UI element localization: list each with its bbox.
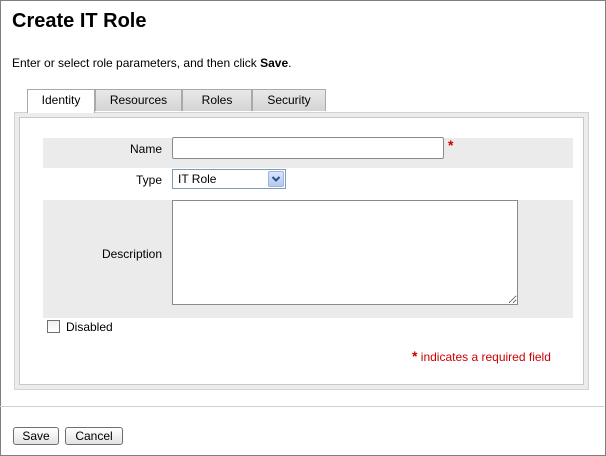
required-field-note: * indicates a required field <box>412 348 551 364</box>
required-note-marker: * <box>412 348 418 364</box>
chevron-down-icon <box>271 176 281 182</box>
type-selected-value: IT Role <box>178 172 217 186</box>
type-label: Type <box>135 173 162 187</box>
description-label: Description <box>101 247 162 261</box>
name-required-marker: * <box>448 137 454 153</box>
instructions-text: Enter or select role parameters, and the… <box>12 56 292 70</box>
name-input[interactable] <box>172 137 444 159</box>
tab-resources[interactable]: Resources <box>95 89 182 111</box>
instructions-suffix: . <box>288 56 292 70</box>
instructions-prefix: Enter or select role parameters, and the… <box>12 56 261 70</box>
type-dropdown-button[interactable] <box>268 171 284 187</box>
type-select[interactable]: IT Role <box>172 169 286 189</box>
save-button[interactable]: Save <box>13 427 59 445</box>
tab-roles[interactable]: Roles <box>182 89 252 111</box>
tab-identity[interactable]: Identity <box>27 89 95 113</box>
tab-security[interactable]: Security <box>252 89 326 111</box>
page-title: Create IT Role <box>12 10 147 32</box>
disabled-label: Disabled <box>66 320 113 334</box>
footer-divider <box>0 406 604 407</box>
description-textarea[interactable] <box>172 200 518 305</box>
instructions-save-word: Save <box>260 56 289 70</box>
required-note-text: indicates a required field <box>420 350 551 364</box>
name-label: Name <box>129 142 162 156</box>
cancel-button[interactable]: Cancel <box>65 427 123 445</box>
disabled-checkbox[interactable] <box>47 320 60 333</box>
